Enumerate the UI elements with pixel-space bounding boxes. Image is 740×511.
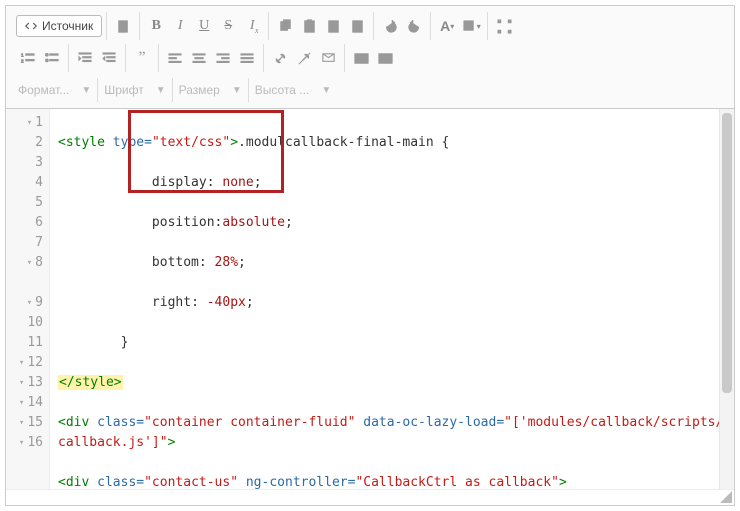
format-combo[interactable]: Формат...▼ xyxy=(12,78,98,102)
resize-handle[interactable] xyxy=(720,491,732,503)
align-justify-icon[interactable] xyxy=(235,46,259,70)
svg-text:T: T xyxy=(331,25,335,32)
source-button[interactable]: Источник xyxy=(16,15,102,37)
new-page-icon[interactable] xyxy=(111,14,135,38)
underline-icon[interactable]: U xyxy=(192,14,216,38)
editor-container: Источник B I U S Ix T W xyxy=(5,5,735,506)
paste-word-icon[interactable]: W xyxy=(345,14,369,38)
table-icon[interactable] xyxy=(373,46,397,70)
maximize-icon[interactable] xyxy=(492,14,516,38)
code-area[interactable]: ▾1 2 3 4 5 6 7 ▾8 ▾9 10 11 ▾12 ▾13 ▾14 ▾… xyxy=(6,109,734,489)
code-content[interactable]: <style type="text/css">.modulcallback-fi… xyxy=(50,109,734,489)
height-combo[interactable]: Высота ...▼ xyxy=(249,78,337,102)
anchor-icon[interactable] xyxy=(316,46,340,70)
image-icon[interactable] xyxy=(349,46,373,70)
strike-icon[interactable]: S xyxy=(216,14,240,38)
link-icon[interactable] xyxy=(268,46,292,70)
bold-icon[interactable]: B xyxy=(144,14,168,38)
gutter: ▾1 2 3 4 5 6 7 ▾8 ▾9 10 11 ▾12 ▾13 ▾14 ▾… xyxy=(6,109,50,489)
toolbar: Источник B I U S Ix T W xyxy=(6,6,734,109)
svg-text:W: W xyxy=(354,25,361,32)
scroll-thumb[interactable] xyxy=(722,113,732,393)
redo-icon[interactable] xyxy=(402,14,426,38)
italic-icon[interactable]: I xyxy=(168,14,192,38)
align-left-icon[interactable] xyxy=(163,46,187,70)
bottom-bar xyxy=(6,489,734,505)
vertical-scrollbar[interactable] xyxy=(719,109,734,489)
bg-color-icon[interactable]: ▾ xyxy=(459,14,483,38)
svg-text:2: 2 xyxy=(21,58,24,63)
undo-icon[interactable] xyxy=(378,14,402,38)
align-center-icon[interactable] xyxy=(187,46,211,70)
blockquote-icon[interactable]: ” xyxy=(130,46,154,70)
numbered-list-icon[interactable]: 12 xyxy=(16,46,40,70)
paste-text-icon[interactable]: T xyxy=(321,14,345,38)
copy-icon[interactable] xyxy=(273,14,297,38)
remove-format-icon[interactable]: Ix xyxy=(240,14,264,38)
paste-icon[interactable] xyxy=(297,14,321,38)
outdent-icon[interactable] xyxy=(73,46,97,70)
align-right-icon[interactable] xyxy=(211,46,235,70)
bullet-list-icon[interactable] xyxy=(40,46,64,70)
indent-icon[interactable] xyxy=(97,46,121,70)
text-color-icon[interactable]: A▾ xyxy=(435,14,459,38)
unlink-icon[interactable] xyxy=(292,46,316,70)
size-combo[interactable]: Размер▼ xyxy=(173,78,249,102)
svg-text:1: 1 xyxy=(21,52,24,57)
source-button-label: Источник xyxy=(42,19,93,33)
font-combo[interactable]: Шрифт▼ xyxy=(98,78,172,102)
